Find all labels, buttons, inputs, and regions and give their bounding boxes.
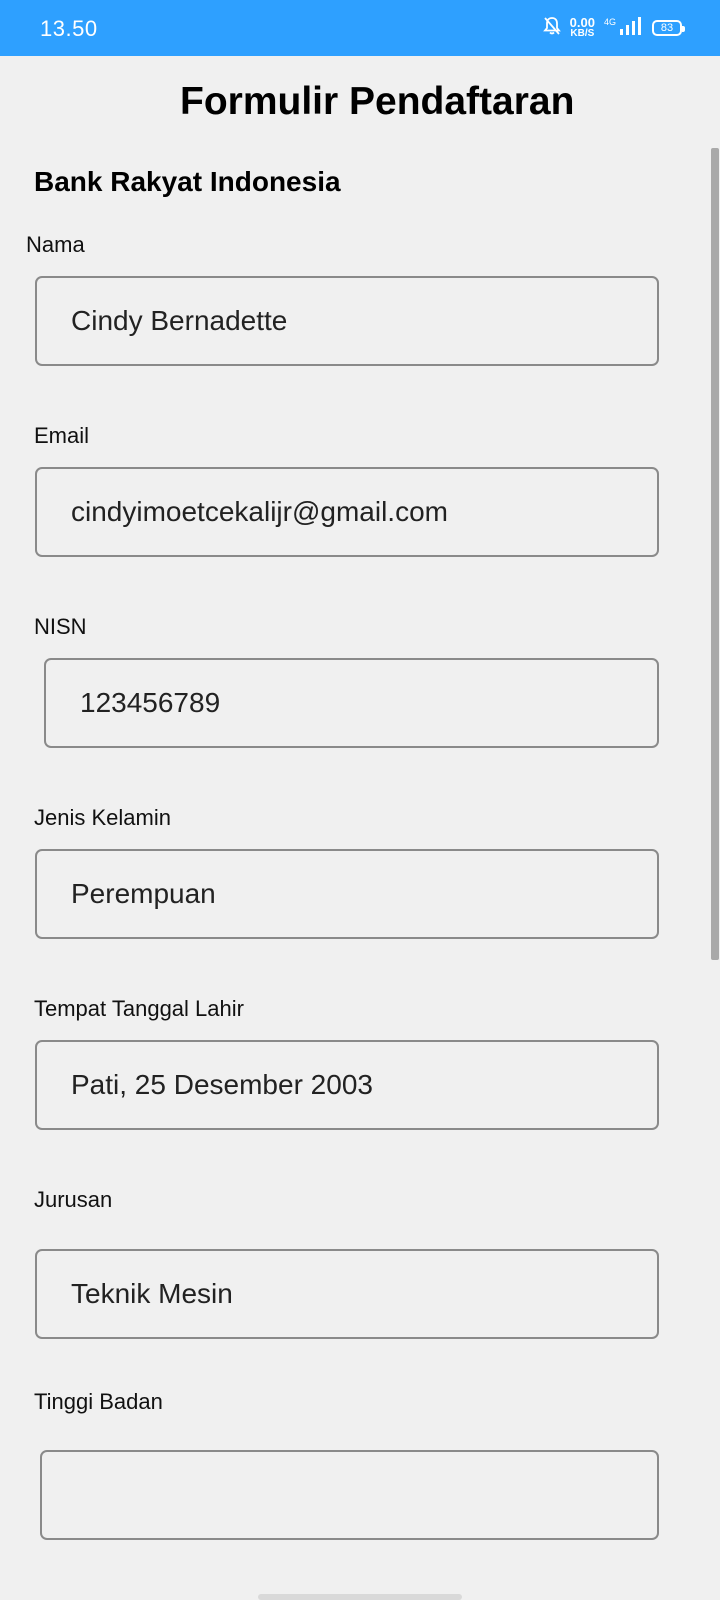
home-indicator[interactable]: [258, 1594, 462, 1600]
status-bar: 13.50 0.00 KB/S 4G 83: [0, 0, 720, 56]
email-label: Email: [34, 423, 90, 448]
ttl-field[interactable]: Pati, 25 Desember 2003: [35, 1040, 659, 1130]
network-speed-unit: KB/S: [570, 28, 595, 39]
jenis-kelamin-field[interactable]: Perempuan: [35, 849, 659, 939]
ttl-label: Tempat Tanggal Lahir: [34, 996, 244, 1021]
signal-icon: [619, 16, 643, 40]
network-speed-value: 0.00: [569, 15, 595, 30]
tinggi-badan-label: Tinggi Badan: [34, 1389, 163, 1414]
scrollbar[interactable]: [711, 148, 719, 960]
battery-level: 83: [660, 22, 674, 34]
battery-icon: 83: [652, 20, 685, 36]
nisn-label: NISN: [34, 614, 87, 639]
status-icons: 0.00 KB/S 4G 83: [542, 14, 685, 42]
nama-label: Nama: [26, 232, 85, 257]
page-subtitle: Bank Rakyat Indonesia: [34, 166, 341, 197]
nisn-field[interactable]: 123456789: [44, 658, 659, 748]
network-speed: 0.00 KB/S: [569, 15, 595, 39]
nama-field[interactable]: Cindy Bernadette: [35, 276, 659, 366]
mute-bell-icon: [542, 16, 561, 41]
jurusan-label: Jurusan: [34, 1187, 113, 1212]
network-type: 4G: [603, 17, 616, 27]
page-title: Formulir Pendaftaran: [180, 80, 575, 123]
jenis-kelamin-label: Jenis Kelamin: [34, 805, 171, 830]
status-time: 13.50: [40, 16, 98, 41]
email-field[interactable]: cindyimoetcekalijr@gmail.com: [35, 467, 659, 557]
tinggi-badan-field[interactable]: [40, 1450, 659, 1540]
jurusan-field[interactable]: Teknik Mesin: [35, 1249, 659, 1339]
